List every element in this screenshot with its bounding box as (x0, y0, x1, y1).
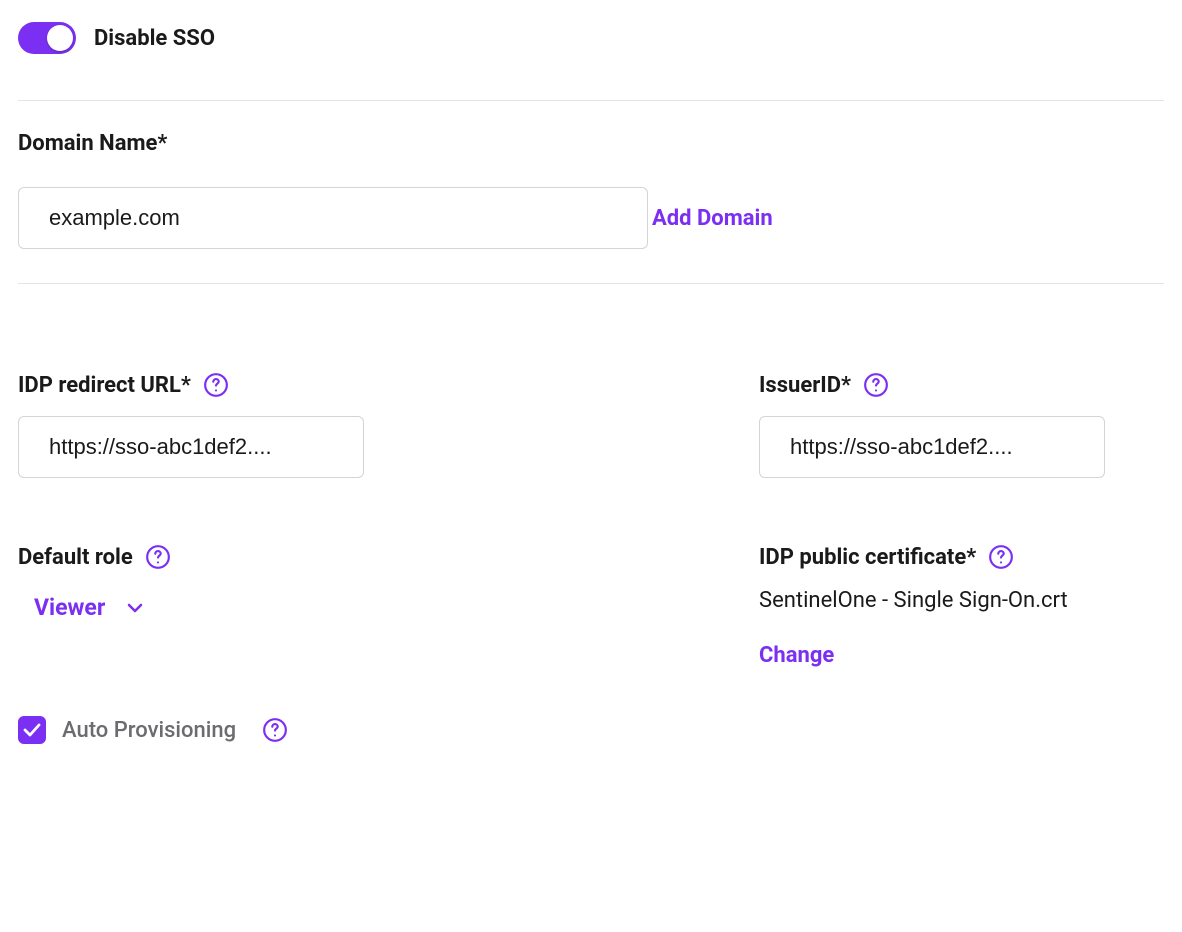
help-icon[interactable] (262, 717, 288, 743)
idp-cert-filename: SentinelOne - Single Sign-On.crt (759, 588, 1164, 613)
help-icon[interactable] (145, 544, 171, 570)
idp-cert-label: IDP public certificate* (759, 545, 976, 570)
divider (18, 100, 1164, 101)
check-icon (23, 723, 41, 737)
chevron-down-icon (127, 603, 143, 613)
domain-name-input[interactable] (18, 187, 648, 249)
change-cert-link[interactable]: Change (759, 643, 834, 668)
help-icon[interactable] (203, 372, 229, 398)
divider (18, 283, 1164, 284)
default-role-dropdown[interactable]: Viewer (18, 588, 143, 621)
disable-sso-label: Disable SSO (94, 26, 215, 51)
default-role-selected: Viewer (34, 594, 105, 621)
toggle-knob (47, 25, 73, 51)
issuer-id-input[interactable] (759, 416, 1105, 478)
default-role-label: Default role (18, 545, 133, 570)
add-domain-link[interactable]: Add Domain (652, 206, 773, 231)
disable-sso-toggle[interactable] (18, 22, 76, 54)
auto-provisioning-checkbox[interactable] (18, 716, 46, 744)
idp-redirect-label: IDP redirect URL* (18, 373, 191, 398)
idp-redirect-input[interactable] (18, 416, 364, 478)
auto-provisioning-label: Auto Provisioning (62, 718, 236, 743)
help-icon[interactable] (988, 544, 1014, 570)
domain-name-label: Domain Name* (18, 131, 1164, 156)
help-icon[interactable] (863, 372, 889, 398)
issuer-id-label: IssuerID* (759, 373, 851, 398)
